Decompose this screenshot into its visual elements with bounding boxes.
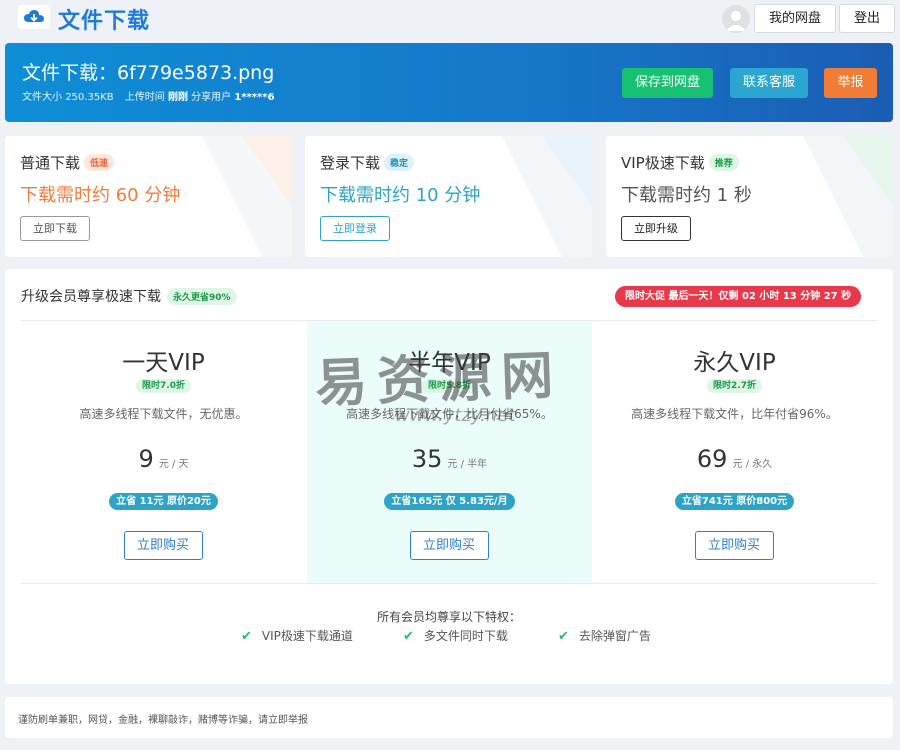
plan-name: 永久VIP <box>693 350 776 376</box>
card-decoration <box>502 136 592 257</box>
download-time: 下载需时约 10 分钟 <box>320 185 481 206</box>
footer-notice-bar: 谨防刷单兼职，网贷，金融，裸聊敲诈，赌博等诈骗，请立即举报 <box>5 697 893 738</box>
check-icon: ✔ <box>558 629 569 644</box>
save-to-drive-button[interactable]: 保存到网盘 <box>622 68 713 98</box>
plan-description: 高速多线程下载文件，无优惠。 <box>79 407 248 421</box>
vip-panel: 升级会员尊享极速下载 永久更省90% 限时大促 最后一天！仅剩 02 小时 13 … <box>5 269 893 684</box>
user-avatar-icon[interactable] <box>722 5 750 33</box>
divider <box>21 583 877 584</box>
report-button[interactable]: 举报 <box>824 68 877 98</box>
privileges-title: 所有会员均尊享以下特权： <box>376 610 521 624</box>
file-size-value: 250.35KB <box>65 92 114 103</box>
logout-button[interactable]: 登出 <box>839 4 896 33</box>
check-icon: ✔ <box>403 629 414 644</box>
contact-support-button[interactable]: 联系客服 <box>730 68 808 98</box>
upload-time-value: 刚刚 <box>167 92 188 103</box>
watermark-url: www.ytzy.net <box>395 405 516 426</box>
plan-price: 35 元 / 半年 <box>411 445 488 473</box>
card-title: 登录下载 稳定 <box>320 152 415 173</box>
plan-discount: 限时2.7折 <box>592 373 877 393</box>
download-time: 下载需时约 1 秒 <box>621 185 752 206</box>
speed-tag: 推荐 <box>708 154 739 171</box>
buy-now-button[interactable]: 立即购买 <box>694 531 774 560</box>
upload-time-label: 上传时间 <box>124 92 165 103</box>
buy-now-button[interactable]: 立即购买 <box>409 531 489 560</box>
card-title: 普通下载 低速 <box>20 152 115 173</box>
file-title: 文件下载：6f779e5873.png <box>22 62 275 84</box>
download-time: 下载需时约 60 分钟 <box>20 185 181 206</box>
vip-panel-title: 升级会员尊享极速下载 永久更省90% <box>21 286 237 306</box>
buy-now-button[interactable]: 立即购买 <box>123 531 203 560</box>
login-now-button[interactable]: 立即登录 <box>320 216 390 241</box>
speed-tag: 稳定 <box>384 154 415 171</box>
upgrade-now-button[interactable]: 立即升级 <box>621 216 691 241</box>
file-meta: 文件大小 250.35KB 上传时间 刚刚 分享用户 1*****6 <box>22 88 274 103</box>
sharer-label: 分享用户 <box>191 92 232 103</box>
plan-savings: 立省165元 仅 5.83元/月 <box>307 489 592 510</box>
privilege-item: ✔ 去除弹窗广告 <box>558 629 651 644</box>
sharer-value: 1*****6 <box>234 92 275 103</box>
plan-day: 一天VIP 限时7.0折 高速多线程下载文件，无优惠。 9 元 / 天 立省 1… <box>21 321 306 583</box>
card-decoration <box>803 136 893 257</box>
plan-description: 高速多线程下载文件，比年付省96%。 <box>631 407 838 421</box>
promo-countdown-badge: 限时大促 最后一天！仅剩 02 小时 13 分钟 27 秒 <box>615 286 862 307</box>
plan-price: 9 元 / 天 <box>138 445 189 473</box>
plan-name: 一天VIP <box>122 350 205 376</box>
logo-icon[interactable] <box>18 5 50 29</box>
plan-savings: 立省741元 原价800元 <box>592 489 877 510</box>
file-info-banner: 文件下载：6f779e5873.png 文件大小 250.35KB 上传时间 刚… <box>5 43 893 122</box>
card-title: VIP极速下载 推荐 <box>621 152 739 173</box>
top-bar: 文件下载 我的网盘 登出 <box>0 0 900 38</box>
fraud-warning-text: 谨防刷单兼职，网贷，金融，裸聊敲诈，赌博等诈骗，请立即举报 <box>18 715 308 726</box>
speed-tag: 低速 <box>84 154 115 171</box>
privilege-item: ✔ VIP极速下载通道 <box>241 629 353 644</box>
download-card-normal: 普通下载 低速 下载需时约 60 分钟 立即下载 <box>5 136 292 257</box>
watermark-text: 易资源网 <box>314 344 565 415</box>
plan-lifetime: 永久VIP 限时2.7折 高速多线程下载文件，比年付省96%。 69 元 / 永… <box>592 321 877 583</box>
download-card-login: 登录下载 稳定 下载需时约 10 分钟 立即登录 <box>305 136 592 257</box>
privilege-item: ✔ 多文件同时下载 <box>403 629 508 644</box>
check-icon: ✔ <box>241 629 252 644</box>
plan-savings: 立省 11元 原价20元 <box>21 489 306 510</box>
card-decoration <box>202 136 292 257</box>
plan-price: 69 元 / 永久 <box>696 445 773 473</box>
download-card-vip: VIP极速下载 推荐 下载需时约 1 秒 立即升级 <box>606 136 893 257</box>
site-title[interactable]: 文件下载 <box>58 3 150 35</box>
file-size-label: 文件大小 <box>22 92 62 103</box>
my-drive-button[interactable]: 我的网盘 <box>754 4 837 33</box>
plan-discount: 限时7.0折 <box>21 373 306 393</box>
download-now-button[interactable]: 立即下载 <box>20 216 90 241</box>
vip-title-tag: 永久更省90% <box>167 288 237 305</box>
